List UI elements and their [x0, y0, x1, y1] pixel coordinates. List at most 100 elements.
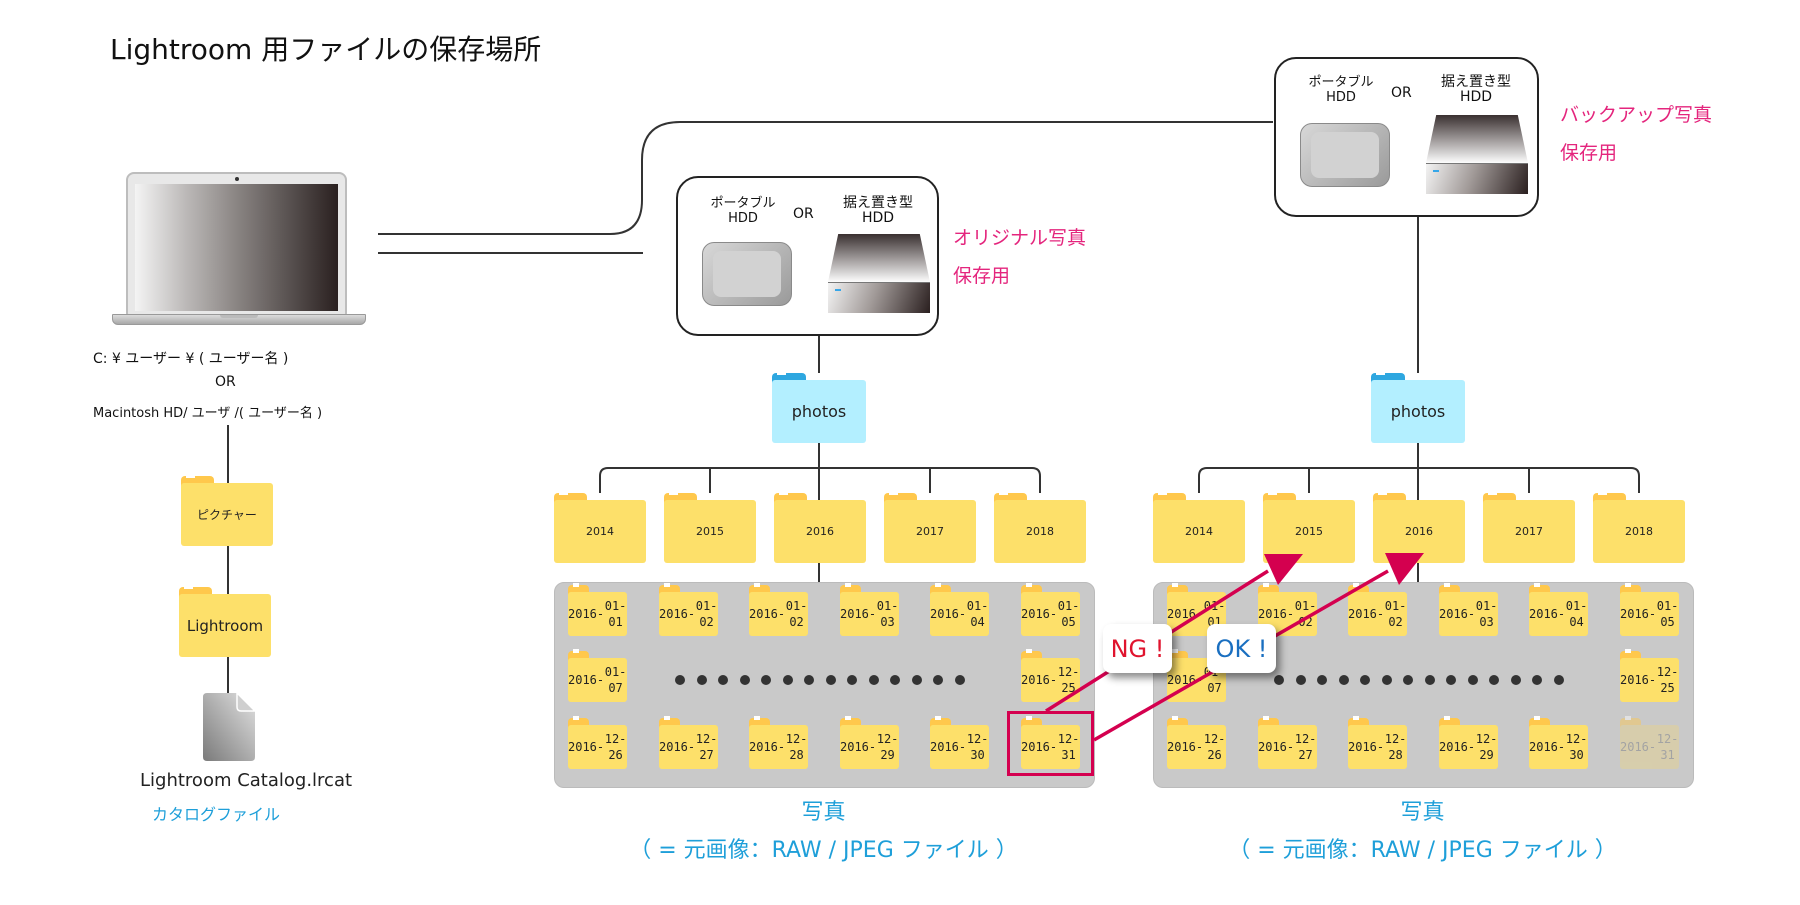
folder-photos[interactable]: photos: [772, 371, 866, 443]
ellipsis-dot: [1360, 675, 1370, 685]
ellipsis-dot: [825, 675, 836, 685]
folder-date[interactable]: 2016- 12-30: [1529, 716, 1588, 769]
ellipsis-dot: [954, 675, 965, 685]
folder-label: 2016- 01-04: [930, 592, 989, 636]
folder-year[interactable]: 2015: [1263, 491, 1355, 563]
original-hdd-box: ポータブル HDD OR 据え置き型 HDD: [676, 176, 939, 336]
or-label: OR: [215, 374, 236, 390]
stationary-hdd-label: 据え置き型 HDD: [843, 195, 913, 226]
catalog-filename: Lightroom Catalog.lrcat: [140, 770, 353, 791]
highlight-box: [1007, 711, 1094, 776]
folder-year[interactable]: 2016: [1373, 491, 1465, 563]
folder-date[interactable]: 2016- 12-26: [1167, 716, 1226, 769]
ellipsis-dot: [1274, 675, 1284, 685]
folder-date[interactable]: 2016- 01-02: [659, 583, 718, 636]
backup-hdd-box: ポータブル HDD OR 据え置き型 HDD: [1274, 57, 1539, 217]
folder-label: 2016- 01-02: [1348, 592, 1407, 636]
folder-label: 2014: [1153, 500, 1245, 563]
folder-label: 2016- 01-03: [1439, 592, 1498, 636]
folder-year[interactable]: 2018: [994, 491, 1086, 563]
folder-year[interactable]: 2014: [1153, 491, 1245, 563]
folder-label: 2015: [1263, 500, 1355, 563]
ellipsis-dot: [696, 675, 707, 685]
folder-date[interactable]: 2016- 01-03: [1439, 583, 1498, 636]
folder-date[interactable]: 2016-01-07: [568, 649, 627, 702]
folder-label: 2016- 01-01: [568, 592, 627, 636]
ellipsis-dot: [718, 675, 728, 685]
folder-year[interactable]: 2017: [884, 491, 976, 563]
folder-date[interactable]: 2016- 12-25: [1620, 649, 1679, 702]
folder-date[interactable]: 2016- 01-02: [749, 583, 808, 636]
folder-label: 2018: [994, 500, 1086, 563]
folder-label: 2016- 12-25: [1021, 658, 1080, 702]
folder-date[interactable]: 2016- 12-28: [749, 716, 808, 769]
folder-year[interactable]: 2018: [1593, 491, 1685, 563]
folder-year[interactable]: 2016: [774, 491, 866, 563]
ellipsis-dot: [911, 675, 922, 685]
folder-label: 2018: [1593, 500, 1685, 563]
folder-year[interactable]: 2015: [664, 491, 756, 563]
ellipsis-dot: [1510, 675, 1521, 685]
ng-badge: NG !: [1103, 624, 1172, 673]
date-folder-panel: [1153, 582, 1694, 788]
folder-label: 2016- 12-29: [840, 725, 899, 769]
folder-year[interactable]: 2017: [1483, 491, 1575, 563]
folder-label: photos: [772, 380, 866, 443]
folder-label: 2016- 12-30: [1529, 725, 1588, 769]
portable-hdd-label: ポータブル HDD: [1308, 75, 1374, 105]
laptop-icon: [112, 172, 366, 327]
folder-label: ピクチャー: [181, 483, 273, 546]
ellipsis-dot: [1446, 675, 1456, 685]
folder-date[interactable]: 2016- 01-03: [840, 583, 899, 636]
caption: 写真（ = 元画像：RAW / JPEG ファイル ）: [1228, 800, 1617, 863]
folder-date[interactable]: 2016- 12-26: [568, 716, 627, 769]
folder-date[interactable]: 2016- 12-29: [840, 716, 899, 769]
folder-label: 2016- 12-31: [1620, 725, 1679, 769]
folder-date[interactable]: 2016- 01-01: [568, 583, 627, 636]
folder-date[interactable]: 2016- 01-04: [930, 583, 989, 636]
ellipsis-dot: [1489, 675, 1499, 685]
ellipsis-dot: [1553, 675, 1564, 685]
folder-label: 2016- 12-28: [1348, 725, 1407, 769]
folder-photos[interactable]: photos: [1371, 371, 1465, 443]
folder-date[interactable]: 2016- 12-30: [930, 716, 989, 769]
folder-date[interactable]: 2016- 12-28: [1348, 716, 1407, 769]
folder-year[interactable]: 2014: [554, 491, 646, 563]
folder-lightroom[interactable]: Lightroom: [179, 585, 271, 657]
folder-label: 2016- 12-25: [1620, 658, 1679, 702]
folder-date[interactable]: 2016- 12-29: [1439, 716, 1498, 769]
ok-badge: OK !: [1207, 624, 1276, 673]
folder-label: 2016- 12-27: [659, 725, 718, 769]
ellipsis-dot: [1403, 675, 1413, 685]
page-title: Lightroom 用ファイルの保存場所: [110, 33, 542, 66]
folder-pictures[interactable]: ピクチャー: [181, 474, 273, 546]
ellipsis-dot: [890, 675, 900, 685]
folder-label: 2016- 01-05: [1620, 592, 1679, 636]
caption: 写真（ = 元画像：RAW / JPEG ファイル ）: [629, 800, 1018, 863]
ellipsis-dot: [1381, 675, 1392, 685]
folder-label: Lightroom: [179, 594, 271, 657]
stationary-hdd-label: 据え置き型 HDD: [1441, 74, 1511, 105]
stationary-hdd-icon: [1426, 115, 1528, 194]
windows-path: C: ¥ ユーザー ¥ ( ユーザー名 ): [93, 351, 289, 367]
folder-date[interactable]: 2016- 12-25: [1021, 649, 1080, 702]
folder-date[interactable]: 2016- 12-31: [1620, 716, 1679, 769]
ellipsis-dot: [1467, 675, 1478, 685]
folder-date[interactable]: 2016- 12-27: [659, 716, 718, 769]
catalog-file-icon[interactable]: [203, 693, 255, 761]
folder-date[interactable]: 2016- 01-02: [1348, 583, 1407, 636]
ellipsis-dot: [1317, 675, 1327, 685]
portable-hdd-label: ポータブル HDD: [710, 196, 776, 226]
mac-path: Macintosh HD/ ユーザ /( ユーザー名 ): [93, 406, 323, 421]
folder-label: 2016- 12-30: [930, 725, 989, 769]
folder-label: 2016-01-07: [568, 658, 627, 702]
folder-label: 2016- 01-04: [1529, 592, 1588, 636]
folder-date[interactable]: 2016- 01-05: [1021, 583, 1080, 636]
folder-label: 2016: [774, 500, 866, 563]
folder-date[interactable]: 2016- 01-05: [1620, 583, 1679, 636]
ellipsis-dot: [804, 675, 814, 685]
folder-date[interactable]: 2016- 01-04: [1529, 583, 1588, 636]
ellipsis-dot: [933, 675, 943, 685]
folder-date[interactable]: 2016- 12-27: [1258, 716, 1317, 769]
stationary-hdd-icon: [828, 234, 930, 313]
